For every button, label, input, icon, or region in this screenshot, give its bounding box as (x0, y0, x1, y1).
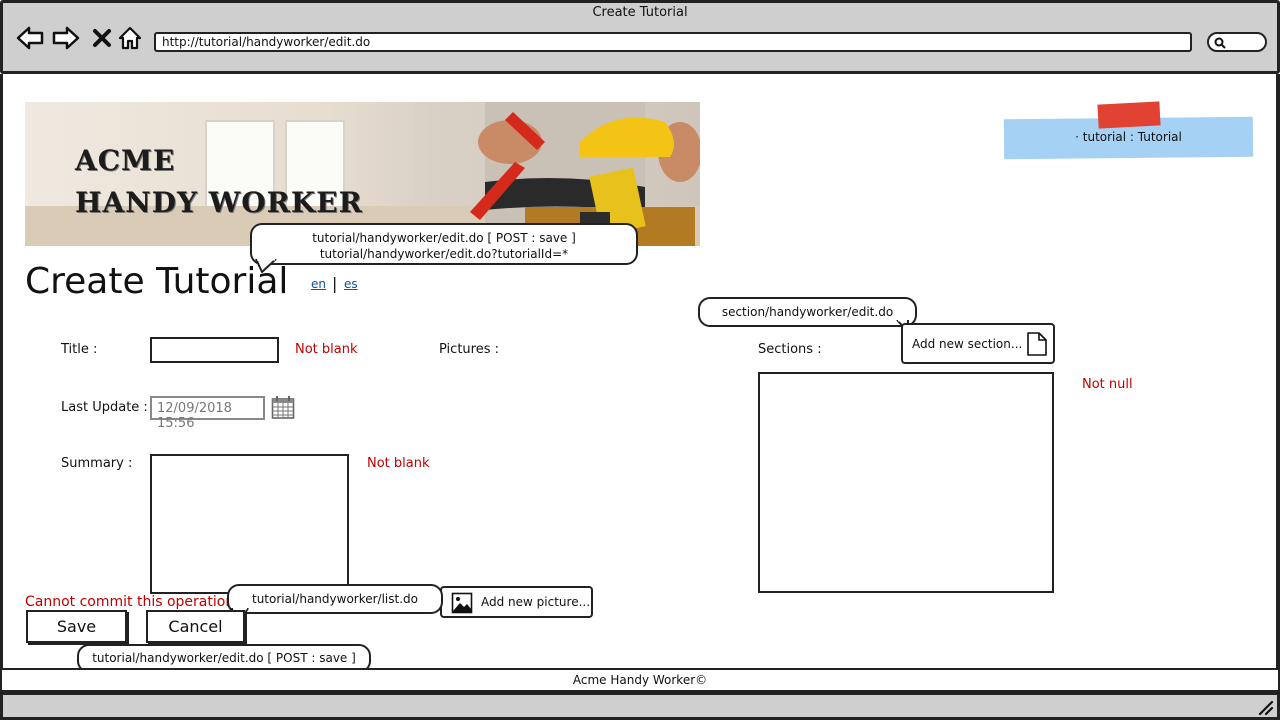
add-section-label: Add new section... (912, 336, 1023, 351)
address-bar[interactable]: http://tutorial/handyworker/edit.do (154, 32, 1192, 52)
sections-label: Sections : (758, 342, 822, 357)
lang-en-link[interactable]: en (311, 277, 326, 291)
commit-error: Cannot commit this operation (25, 594, 235, 610)
close-icon[interactable] (88, 24, 116, 52)
callout-line: tutorial/handyworker/edit.do [ POST : sa… (312, 231, 576, 245)
summary-label: Summary : (61, 456, 133, 471)
tape-decoration (1097, 101, 1161, 129)
document-icon (1027, 332, 1047, 356)
summary-textarea[interactable] (150, 454, 349, 594)
status-bar (0, 692, 1280, 720)
home-icon[interactable] (116, 24, 144, 52)
sections-error: Not null (1082, 377, 1133, 392)
window-border (1276, 74, 1280, 670)
save-button[interactable]: Save (26, 610, 127, 643)
resize-grip-icon[interactable] (1256, 698, 1274, 716)
window-title: Create Tutorial (592, 5, 688, 20)
section-link-callout: section/handyworker/edit.do (698, 297, 917, 327)
last-update-label: Last Update : (61, 400, 148, 415)
cancel-button[interactable]: Cancel (146, 610, 245, 643)
sections-list[interactable] (758, 372, 1054, 593)
summary-error: Not blank (367, 456, 430, 471)
image-icon (451, 592, 473, 614)
page-action-callout: tutorial/handyworker/edit.do [ POST : sa… (250, 223, 638, 265)
footer: Acme Handy Worker© (0, 668, 1280, 692)
lang-es-link[interactable]: es (344, 277, 358, 291)
calendar-icon[interactable] (271, 395, 295, 420)
pictures-label: Pictures : (439, 342, 499, 357)
back-arrow-icon[interactable] (16, 24, 44, 52)
cancel-link-callout: tutorial/handyworker/list.do (227, 584, 443, 614)
lang-separator: | (332, 274, 338, 293)
forward-arrow-icon[interactable] (52, 24, 80, 52)
page-title: Create Tutorial (25, 261, 289, 302)
search-icon (1214, 37, 1226, 49)
title-error: Not blank (295, 342, 358, 357)
add-picture-button[interactable]: Add new picture... (440, 586, 593, 618)
add-section-button[interactable]: Add new section... (901, 323, 1055, 364)
window-border (0, 74, 3, 670)
banner-title-line1: ACME (75, 144, 176, 177)
title-input[interactable] (150, 337, 279, 363)
add-picture-label: Add new picture... (481, 595, 591, 609)
search-field[interactable] (1207, 32, 1267, 52)
banner-logo-text: ACME HANDY WORKER (75, 140, 363, 224)
banner-title-line2: HANDY WORKER (75, 186, 363, 219)
user-menu-item[interactable]: · tutorial : Tutorial (1004, 130, 1253, 144)
title-label: Title : (61, 342, 98, 357)
callout-line: tutorial/handyworker/edit.do?tutorialId=… (319, 247, 569, 261)
last-update-field: 12/09/2018 15:56 (150, 396, 265, 431)
